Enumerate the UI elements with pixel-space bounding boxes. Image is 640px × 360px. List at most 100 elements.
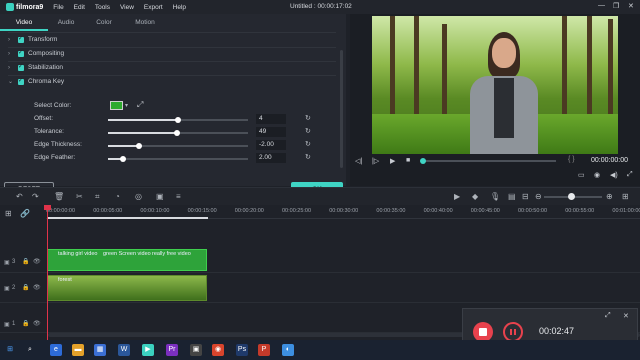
crop-icon[interactable]: ⌗	[95, 192, 100, 202]
lock-icon[interactable]: 🔒	[22, 284, 29, 291]
render-icon[interactable]: ▶	[454, 192, 460, 201]
app-icon[interactable]: ▣	[190, 344, 202, 356]
filmora-taskbar-icon[interactable]: ▶	[142, 344, 154, 356]
prev-frame-icon[interactable]: ◁|	[355, 157, 362, 165]
preview-video[interactable]	[372, 16, 618, 154]
menu-view[interactable]: View	[120, 4, 134, 11]
reset-param-icon[interactable]: ↻	[305, 153, 311, 161]
edge-icon[interactable]: e	[50, 344, 62, 356]
powerpoint-icon[interactable]: P	[258, 344, 270, 356]
mark-braces[interactable]: { }	[568, 156, 575, 163]
undo-icon[interactable]: ↶	[16, 192, 23, 201]
param-value-input[interactable]: 4	[256, 114, 286, 124]
checkbox-checked-icon[interactable]	[18, 77, 24, 85]
menu-file[interactable]: File	[53, 4, 63, 11]
pause-recording-button[interactable]	[503, 322, 523, 342]
playhead[interactable]	[47, 205, 48, 340]
cut-icon[interactable]: ✂	[76, 192, 83, 201]
add-track-icon[interactable]: ⊞	[5, 209, 12, 218]
section-chroma-key[interactable]: ⌄ Chroma Key	[8, 77, 64, 86]
section-stabilization[interactable]: › Stabilization	[8, 63, 63, 72]
premiere-icon[interactable]: Pr	[166, 344, 178, 356]
play-step-icon[interactable]: |▷	[372, 157, 379, 165]
slider-thumb[interactable]	[175, 117, 181, 123]
menu-tools[interactable]: Tools	[95, 4, 110, 11]
eye-icon[interactable]: 👁	[33, 284, 41, 291]
start-icon[interactable]: ⊞	[4, 344, 16, 356]
param-slider[interactable]	[108, 117, 248, 123]
delete-icon[interactable]: 🗑	[54, 192, 64, 201]
preview-progress-track[interactable]	[422, 160, 556, 162]
param-slider[interactable]	[108, 130, 248, 136]
chrome-icon[interactable]: ◉	[212, 344, 224, 356]
param-value-input[interactable]: 2.00	[256, 153, 286, 163]
expand-icon[interactable]: ⤢	[605, 312, 611, 320]
checkbox-checked-icon[interactable]	[18, 63, 24, 71]
menu-help[interactable]: Help	[173, 4, 186, 11]
eye-icon[interactable]: 👁	[33, 320, 41, 327]
forest-clip[interactable]: forest	[47, 275, 207, 301]
folder-icon[interactable]: ▬	[72, 344, 84, 356]
eyedropper-icon[interactable]: ⤢	[137, 100, 143, 110]
checkbox-checked-icon[interactable]	[18, 49, 24, 57]
close-icon[interactable]: ✕	[623, 312, 629, 320]
snap-icon[interactable]: ⊟	[522, 192, 529, 201]
param-slider[interactable]	[108, 143, 248, 149]
display-settings-icon[interactable]: ▭	[578, 171, 585, 179]
slider-thumb[interactable]	[173, 130, 180, 136]
param-slider[interactable]	[108, 156, 248, 162]
mixer-icon[interactable]: ▤	[508, 192, 516, 201]
section-compositing[interactable]: › Compositing	[8, 49, 64, 58]
speed-icon[interactable]: ◔	[115, 192, 120, 201]
word-icon[interactable]: W	[118, 344, 130, 356]
dropdown-arrow-icon[interactable]: ▾	[125, 102, 128, 109]
key-color-swatch[interactable]	[110, 101, 123, 110]
close-icon[interactable]: ✕	[628, 2, 634, 10]
marker-icon[interactable]: ◆	[472, 192, 478, 201]
zoom-out-icon[interactable]: ⊖	[535, 192, 542, 201]
search-icon[interactable]: ⌕	[24, 344, 36, 356]
reset-param-icon[interactable]: ↻	[305, 140, 311, 148]
stop-icon[interactable]: ■	[406, 157, 410, 164]
slider-thumb[interactable]	[120, 156, 127, 162]
store-icon[interactable]: ▦	[94, 344, 106, 356]
checkbox-checked-icon[interactable]	[18, 35, 24, 43]
slider-thumb[interactable]	[135, 143, 142, 149]
tab-audio[interactable]: Audio	[48, 15, 84, 31]
param-value-input[interactable]: -2.00	[256, 140, 286, 150]
tab-motion[interactable]: Motion	[124, 15, 166, 31]
green-screen-icon[interactable]: ▣	[156, 192, 164, 201]
lock-icon[interactable]: 🔒	[22, 320, 29, 327]
zoom-in-icon[interactable]: ⊕	[606, 192, 613, 201]
work-area-range[interactable]	[48, 217, 208, 219]
link-icon[interactable]: 🔗	[20, 209, 30, 218]
voiceover-icon[interactable]: 🎙	[490, 192, 500, 201]
snapshot-icon[interactable]: ◉	[594, 171, 600, 179]
zoom-thumb[interactable]	[568, 193, 575, 200]
redo-icon[interactable]: ↷	[32, 192, 39, 201]
eye-icon[interactable]: 👁	[33, 258, 41, 265]
play-icon[interactable]: ▶	[390, 157, 395, 165]
minimize-icon[interactable]: —	[598, 2, 605, 9]
tab-color[interactable]: Color	[84, 15, 124, 31]
reset-param-icon[interactable]: ↻	[305, 114, 311, 122]
green-screen-clip[interactable]: talking girl video green Screen video re…	[47, 249, 207, 271]
menu-export[interactable]: Export	[144, 4, 163, 11]
color-icon[interactable]: ◎	[135, 192, 142, 201]
fullscreen-icon[interactable]: ⤢	[627, 171, 633, 179]
preview-progress-thumb[interactable]	[420, 158, 426, 164]
param-value-input[interactable]: 49	[256, 127, 286, 137]
volume-icon[interactable]: ◀)	[610, 171, 618, 179]
tab-video[interactable]: Video	[0, 15, 48, 31]
section-transform[interactable]: › Transform	[8, 35, 57, 44]
restore-icon[interactable]: ❐	[613, 2, 619, 10]
settings-icon[interactable]: ⊞	[622, 192, 629, 201]
audio-adjust-icon[interactable]: ≡	[176, 192, 181, 201]
lock-icon[interactable]: 🔒	[22, 258, 29, 265]
reset-param-icon[interactable]: ↻	[305, 127, 311, 135]
panel-scrollbar[interactable]	[340, 50, 343, 168]
app-icon[interactable]: ◐	[282, 344, 294, 356]
stop-recording-button[interactable]	[473, 322, 493, 342]
photoshop-icon[interactable]: Ps	[236, 344, 248, 356]
menu-edit[interactable]: Edit	[74, 4, 85, 11]
